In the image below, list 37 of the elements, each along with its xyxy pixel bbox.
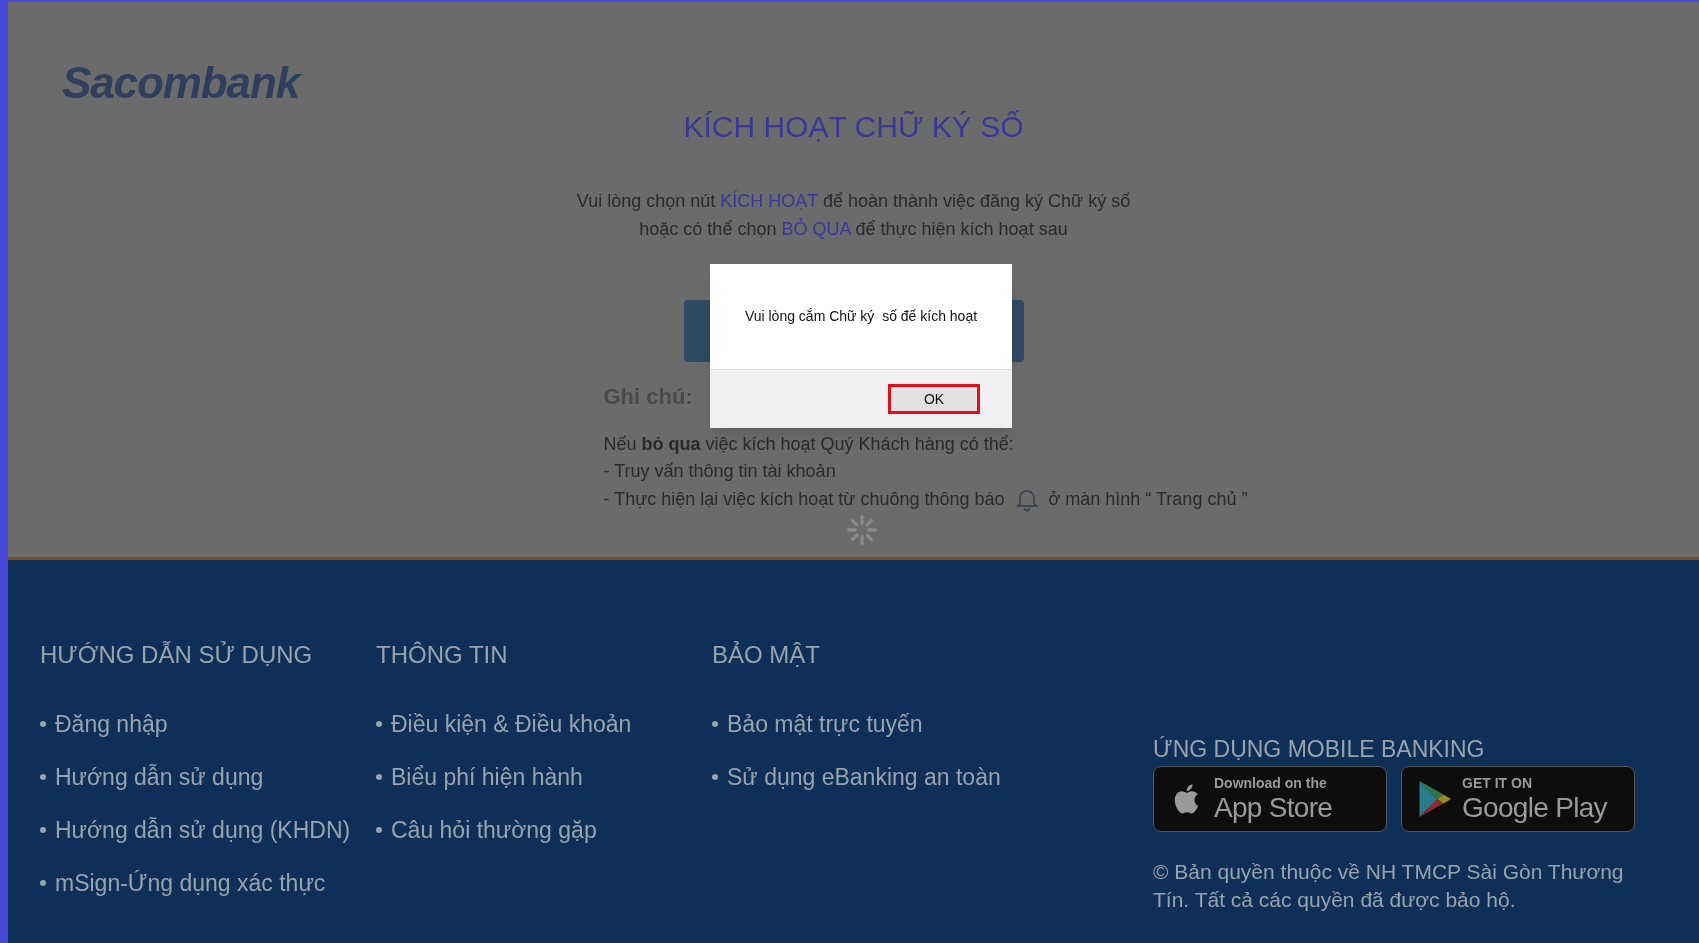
footer-heading: ỨNG DỤNG MOBILE BANKING [1153,736,1486,762]
copyright-text: © Bản quyền thuộc về NH TMCP Sài Gòn Thương Tín. Tất cả các quyền đã được bảo hộ. [1153,859,1625,913]
bullet-icon [376,827,382,833]
bullet-icon [40,880,46,886]
footer-link[interactable]: Hướng dẫn sử dụng [55,763,264,791]
note-item: ở màn hình “ Trang chủ ” [1048,487,1248,511]
dialog-message: Vui lòng cắm Chữ ký số để kích hoạt [744,307,978,326]
badge-caption: GET IT ON [1462,776,1533,790]
ok-button[interactable]: OK [888,384,980,414]
store-badge[interactable]: GET IT ON Google Play [1401,766,1635,832]
loading-spinner-icon [846,514,878,546]
bullet-icon [40,827,46,833]
store-badge[interactable]: Download on the App Store [1153,766,1387,832]
bullet-icon [376,774,382,780]
bullet-icon [712,721,718,727]
footer-heading: HƯỚNG DẪN SỬ DỤNG [40,640,314,670]
badge-caption: Download on the [1214,776,1328,790]
footer-heading: THÔNG TIN [376,640,509,670]
note-item: - Thực hiện lại việc kích hoạt từ chuông thông báo [603,487,1005,511]
footer-link[interactable]: Đăng nhập [55,710,168,738]
bullet-icon [40,721,46,727]
footer-link[interactable]: mSign-Ứng dụng xác thực [55,869,326,897]
footer-link[interactable]: Sử dụng eBanking an toàn [727,763,1001,791]
footer-link[interactable]: Câu hỏi thường gặp [391,816,597,844]
badge-store-name: Google Play [1462,794,1607,822]
footer-heading: BẢO MẬT [712,640,821,670]
bank-logo: Sacombank [62,57,300,109]
badge-store-name: App Store [1214,794,1333,822]
footer-link[interactable]: Biểu phí hiện hành [391,763,583,791]
footer-link[interactable]: Bảo mật trực tuyến [727,710,923,738]
bullet-icon [712,774,718,780]
note-text: Nếu bỏ qua việc kích hoạt Quý Khách hàng có thể: [603,433,1015,456]
footer-link[interactable]: Điều kiện & Điều khoản [391,710,632,738]
note-item: - Truy vấn thông tin tài khoản [603,460,836,483]
footer-link[interactable]: Hướng dẫn sử dụng (KHDN) [55,816,351,844]
bullet-icon [376,721,382,727]
bullet-icon [40,774,46,780]
